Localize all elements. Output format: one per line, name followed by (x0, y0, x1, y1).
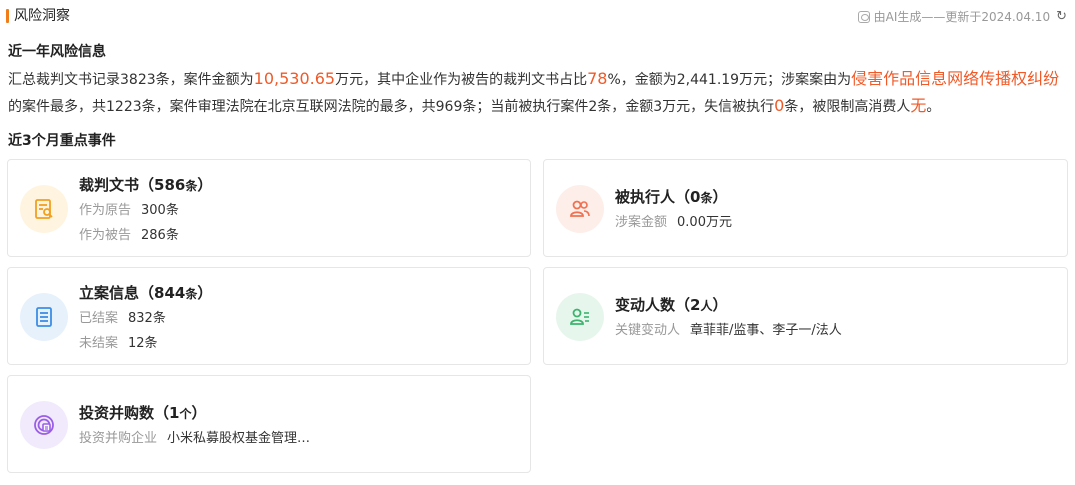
section-title-year: 近一年风险信息 (8, 44, 106, 60)
risk-summary: 汇总裁判文书记录3823条，案件金额为10,530.65万元，其中企业作为被告的… (8, 66, 1068, 120)
ai-robot-icon (857, 11, 870, 23)
card-title: 立案信息（844条） (79, 284, 213, 302)
document-icon (20, 185, 68, 233)
card-title: 被执行人（0条） (615, 188, 728, 206)
row-case-amount: 涉案金额 0.00万元 (615, 215, 732, 230)
refresh-icon[interactable]: ↻ (1056, 9, 1067, 25)
card-title: 投资并购数（1个） (79, 404, 207, 422)
row-closed: 已结案 832条 (79, 311, 166, 326)
row-plaintiff: 作为原告 300条 (79, 203, 179, 218)
row-key-changers: 关键变动人 章菲菲/监事、李子一/法人 (615, 323, 842, 338)
card-personnel-changes[interactable]: 变动人数（2人） 关键变动人 章菲菲/监事、李子一/法人 (543, 267, 1068, 365)
target-icon (20, 401, 68, 449)
row-open: 未结案 12条 (79, 336, 158, 351)
ai-note-text: 由AI生成——更新于2024.04.10 (873, 10, 1051, 24)
summary-line-2: 的案件最多，共1223条，案件审理法院在北京互联网法院的最多，共969条；当前被… (8, 96, 941, 115)
title-accent-bar (6, 9, 9, 23)
case-amount: 10,530.65 (253, 69, 336, 88)
list-icon (20, 293, 68, 341)
card-executed-person[interactable]: 被执行人（0条） 涉案金额 0.00万元 (543, 159, 1068, 257)
card-filing-info[interactable]: 立案信息（844条） 已结案 832条 未结案 12条 (7, 267, 531, 365)
row-investment-company: 投资并购企业 小米私募股权基金管理… (79, 431, 311, 446)
section-title-events: 近3个月重点事件 (8, 133, 116, 149)
row-defendant: 作为被告 286条 (79, 228, 179, 243)
card-investment-mna[interactable]: 投资并购数（1个） 投资并购企业 小米私募股权基金管理… (7, 375, 531, 473)
restricted-consumer: 无 (910, 96, 927, 115)
card-title: 变动人数（2人） (615, 296, 728, 314)
card-title: 裁判文书（586条） (79, 176, 213, 194)
ai-generated-note: 由AI生成——更新于2024.04.10 ↻ (857, 9, 1067, 25)
dishonest-count: 0 (774, 96, 785, 115)
investment-company-link[interactable]: 小米私募股权基金管理… (167, 431, 310, 446)
top-case-cause: 侵害作品信息网络传播权纠纷 (851, 69, 1060, 88)
panel-title: 风险洞察 (14, 8, 70, 24)
people-icon (556, 185, 604, 233)
defendant-percentage: 78 (587, 69, 608, 88)
summary-line-1: 汇总裁判文书记录3823条，案件金额为10,530.65万元，其中企业作为被告的… (8, 69, 1060, 88)
panel-header: 风险洞察 由AI生成——更新于2024.04.10 ↻ (0, 0, 1075, 36)
card-judgment-documents[interactable]: 裁判文书（586条） 作为原告 300条 作为被告 286条 (7, 159, 531, 257)
user-change-icon (556, 293, 604, 341)
